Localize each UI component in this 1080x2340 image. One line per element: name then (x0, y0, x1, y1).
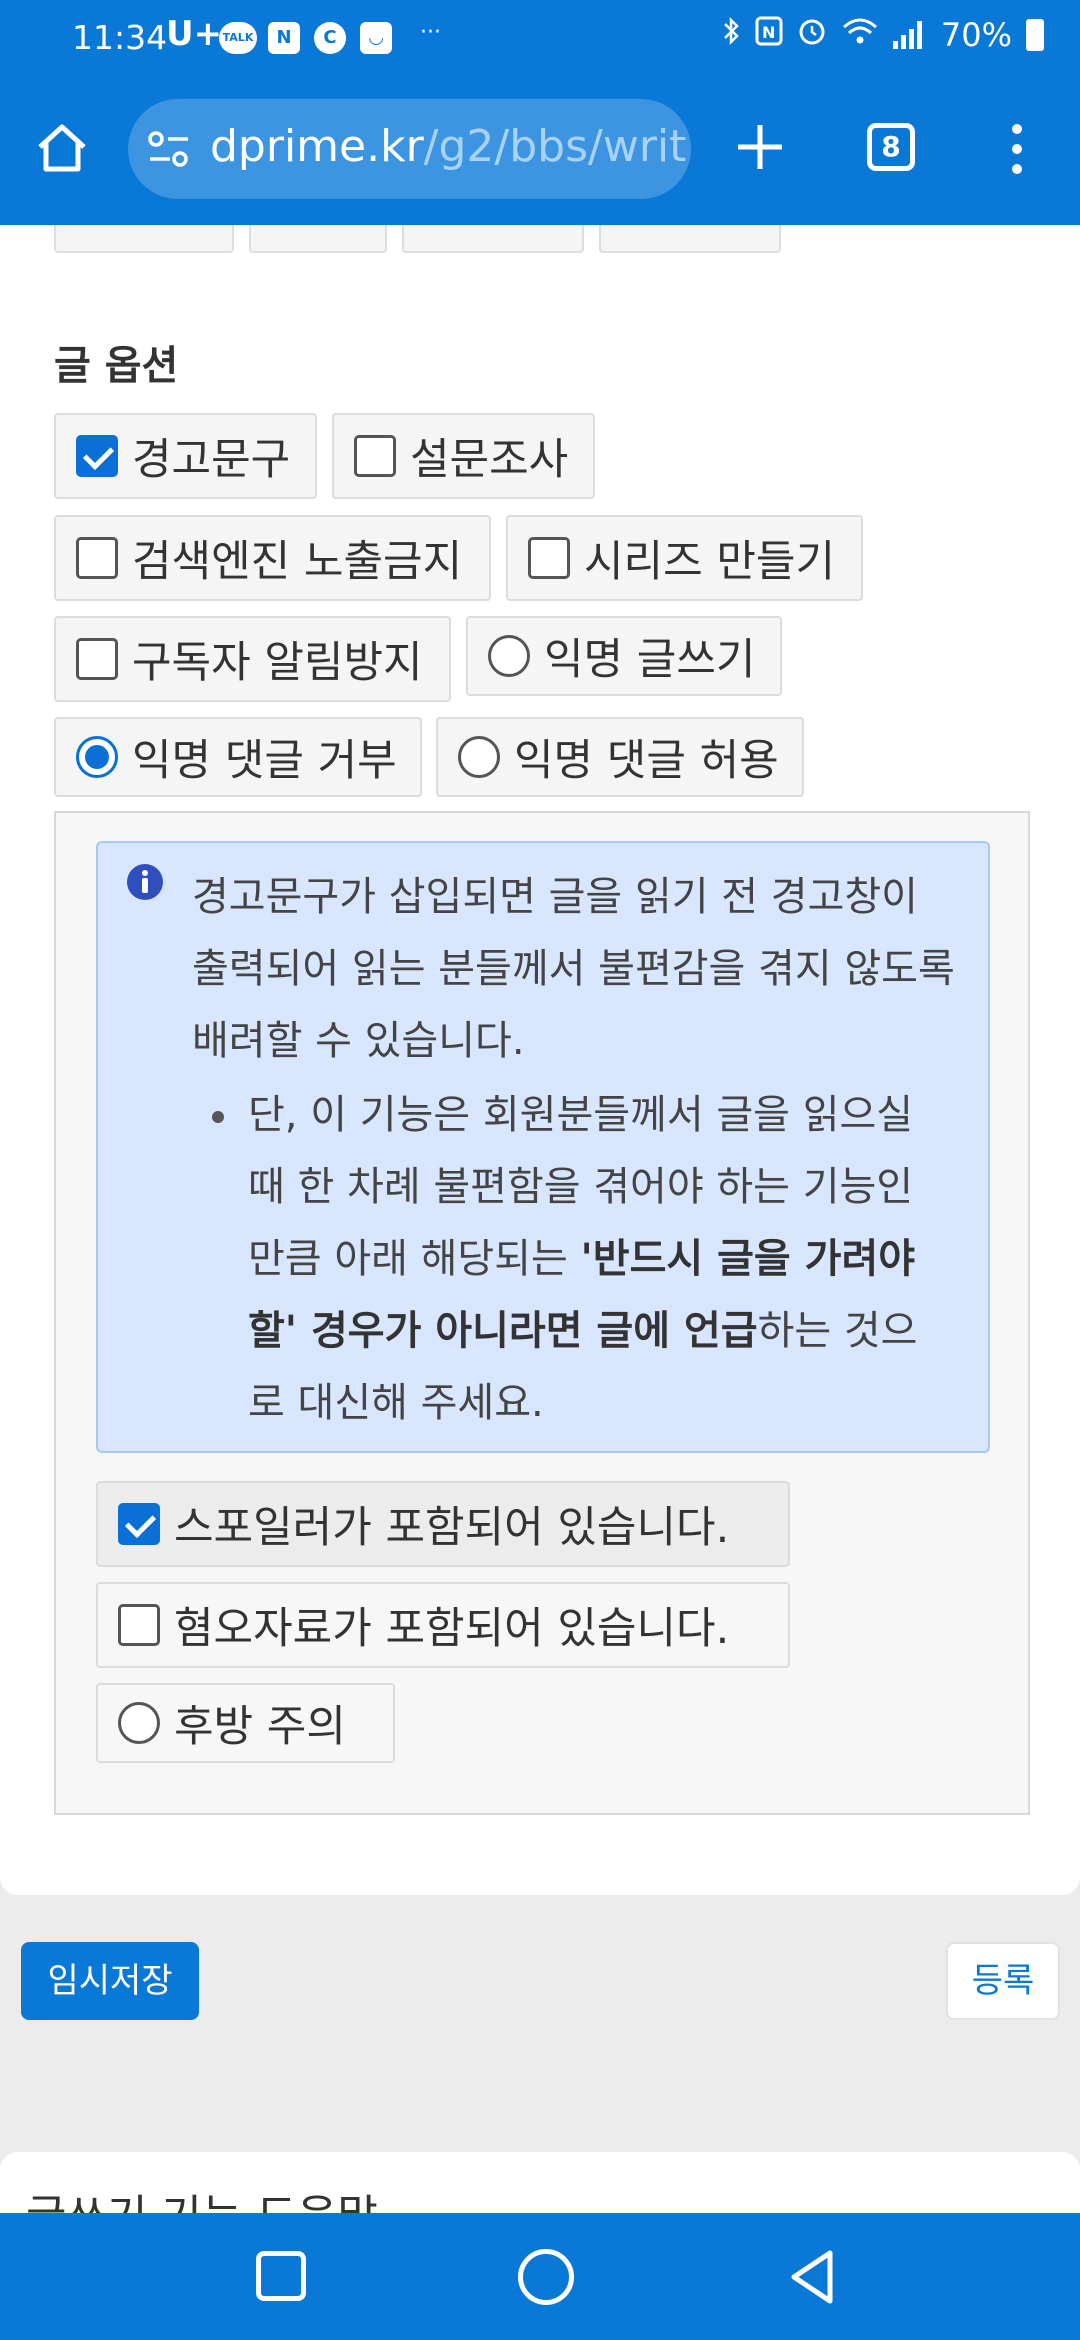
spoiler-option[interactable]: 스포일러가 포함되어 있습니다. (96, 1481, 790, 1567)
site-settings-icon[interactable] (146, 129, 192, 169)
anon-allow-label: 익명 댓글 허용 (514, 736, 779, 786)
battery-icon (1026, 19, 1044, 51)
anon-reject-radio[interactable] (76, 736, 118, 778)
info-bullet: 단, 이 기능은 회원분들께서 글을 읽으실 때 한 차례 불편함을 겪어야 하… (208, 1079, 948, 1439)
series-option[interactable]: 시리즈 만들기 (506, 515, 863, 601)
anon-allow-radio[interactable] (458, 736, 500, 778)
survey-option[interactable]: 설문조사 (332, 413, 595, 499)
carrier-label: U+ (166, 14, 223, 54)
spoiler-checkbox[interactable] (118, 1503, 160, 1545)
alarm-icon (797, 16, 827, 54)
more-menu-icon[interactable] (1000, 119, 1034, 179)
status-bar: 11:34 U+ TALK N C ◡ ··· N 70% (0, 0, 1080, 78)
cut-option-1[interactable] (54, 225, 234, 253)
battery-percent: 70% (940, 16, 1012, 54)
series-label: 시리즈 만들기 (584, 537, 836, 587)
more-notifications-icon: ··· (420, 20, 441, 45)
series-checkbox[interactable] (528, 537, 570, 579)
submit-button[interactable]: 등록 (946, 1942, 1060, 2020)
no-search-option[interactable]: 검색엔진 노출금지 (54, 515, 491, 601)
temp-save-button[interactable]: 임시저장 (21, 1942, 199, 2020)
home-icon[interactable] (34, 119, 90, 175)
new-tab-icon[interactable] (730, 117, 790, 177)
anon-write-option[interactable]: 익명 글쓰기 (466, 616, 782, 696)
no-notify-label: 구독자 알림방지 (132, 638, 423, 688)
cut-option-4[interactable] (599, 225, 781, 253)
warning-phrase-option[interactable]: 경고문구 (54, 413, 317, 499)
no-search-label: 검색엔진 노출금지 (132, 537, 463, 587)
write-form-card: 글 옵션 경고문구 설문조사 검색엔진 노출금지 시리즈 만들기 구독자 알림방… (0, 225, 1080, 1895)
anon-reject-label: 익명 댓글 거부 (132, 736, 397, 786)
signal-icon (892, 21, 927, 49)
survey-label: 설문조사 (410, 435, 569, 485)
svg-text:N: N (762, 23, 775, 42)
spoiler-label: 스포일러가 포함되어 있습니다. (174, 1503, 730, 1553)
info-box: 경고문구가 삽입되면 글을 읽기 전 경고창이 출력되어 읽는 분들께서 불편감… (96, 841, 990, 1453)
wifi-icon (841, 16, 879, 54)
smile-app-icon: ◡ (360, 22, 392, 54)
no-notify-checkbox[interactable] (76, 638, 118, 680)
anon-reject-option[interactable]: 익명 댓글 거부 (54, 717, 422, 797)
top-bar: 11:34 U+ TALK N C ◡ ··· N 70% dprime.kr/… (0, 0, 1080, 225)
address-bar[interactable]: dprime.kr/g2/bbs/writ (128, 99, 691, 199)
kakaotalk-icon: TALK (219, 22, 257, 54)
nfc-icon: N (755, 16, 783, 54)
anon-write-label: 익명 글쓰기 (544, 635, 756, 685)
bluetooth-icon (723, 16, 741, 54)
recent-apps-icon[interactable] (256, 2251, 306, 2301)
tab-count-button[interactable]: 8 (867, 123, 915, 171)
status-time: 11:34 (72, 18, 168, 57)
caution-label: 후방 주의 (174, 1702, 346, 1752)
info-list: 단, 이 기능은 회원분들께서 글을 읽으실 때 한 차례 불편함을 겪어야 하… (208, 1079, 948, 1439)
caution-radio[interactable] (118, 1702, 160, 1744)
warning-settings-panel: 경고문구가 삽입되면 글을 읽기 전 경고창이 출력되어 읽는 분들께서 불편감… (54, 811, 1030, 1815)
previous-options-row (54, 225, 781, 253)
cut-option-2[interactable] (249, 225, 387, 253)
disgust-checkbox[interactable] (118, 1604, 160, 1646)
info-paragraph: 경고문구가 삽입되면 글을 읽기 전 경고창이 출력되어 읽는 분들께서 불편감… (192, 874, 955, 1064)
no-notify-option[interactable]: 구독자 알림방지 (54, 616, 451, 702)
c-app-icon: C (314, 22, 346, 54)
browser-toolbar: dprime.kr/g2/bbs/writ 8 (0, 95, 1080, 205)
anon-allow-option[interactable]: 익명 댓글 허용 (436, 717, 804, 797)
cut-option-3[interactable] (402, 225, 584, 253)
caution-option[interactable]: 후방 주의 (96, 1683, 395, 1763)
status-right: N 70% (723, 16, 1044, 54)
info-icon (126, 863, 164, 901)
url-text: dprime.kr/g2/bbs/writ (210, 121, 687, 172)
home-nav-icon[interactable] (518, 2249, 574, 2305)
navigation-bar (0, 2213, 1080, 2340)
disgust-option[interactable]: 혐오자료가 포함되어 있습니다. (96, 1582, 790, 1668)
back-icon[interactable] (784, 2247, 844, 2307)
disgust-label: 혐오자료가 포함되어 있습니다. (174, 1604, 730, 1654)
survey-checkbox[interactable] (354, 435, 396, 477)
warning-phrase-label: 경고문구 (132, 435, 291, 485)
options-title: 글 옵션 (54, 343, 179, 389)
no-search-checkbox[interactable] (76, 537, 118, 579)
naver-icon: N (268, 22, 300, 54)
warning-phrase-checkbox[interactable] (76, 435, 118, 477)
anon-write-radio[interactable] (488, 635, 530, 677)
